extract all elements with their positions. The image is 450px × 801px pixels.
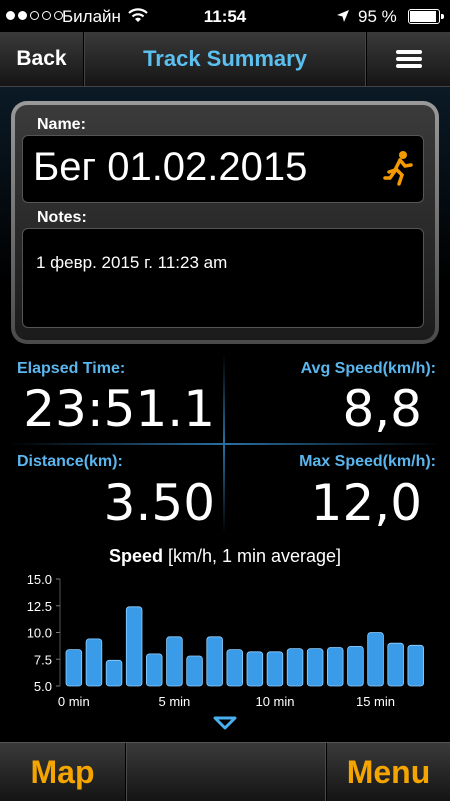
notes-label: Notes: xyxy=(37,209,87,226)
hamburger-icon xyxy=(395,47,422,71)
chart-bar xyxy=(407,644,424,687)
avg-speed-value: 8,8 xyxy=(342,380,422,438)
location-arrow-icon xyxy=(337,10,349,22)
hamburger-menu-button[interactable] xyxy=(366,32,450,86)
max-speed-label: Max Speed(km/h): xyxy=(299,453,436,470)
x-tick-label: 5 min xyxy=(159,694,191,709)
chart-bar xyxy=(226,649,243,687)
y-tick-label: 15.0 xyxy=(27,572,52,587)
page-title: Track Summary xyxy=(143,46,307,71)
name-value: Бег 01.02.2015 xyxy=(33,145,308,189)
status-bar: Билайн 11:54 95 % xyxy=(0,0,450,32)
name-label: Name: xyxy=(37,116,86,133)
chart-bar xyxy=(246,651,264,687)
elapsed-time-value: 23:51.1 xyxy=(23,380,215,438)
chart-bar xyxy=(347,646,364,687)
map-button[interactable]: Map xyxy=(0,743,126,801)
running-activity-icon[interactable] xyxy=(383,150,413,186)
y-tick-label: 10.0 xyxy=(27,626,52,641)
chart-bar xyxy=(65,649,83,687)
chart-bar xyxy=(206,636,223,687)
scroll-down-arrow-icon[interactable] xyxy=(213,716,237,730)
navigation-bar: Back Track Summary xyxy=(0,32,450,87)
distance-label: Distance(km): xyxy=(17,453,123,470)
y-tick-label: 7.5 xyxy=(34,652,52,667)
x-tick-label: 15 min xyxy=(356,694,395,709)
max-speed-value: 12,0 xyxy=(310,474,422,532)
menu-button[interactable]: Menu xyxy=(326,743,450,801)
notes-field[interactable]: 1 февр. 2015 г. 11:23 am xyxy=(22,228,424,328)
avg-speed-label: Avg Speed(km/h): xyxy=(300,360,436,377)
y-tick-label: 12.5 xyxy=(27,599,52,614)
chart-bar xyxy=(286,648,304,687)
chart-bar xyxy=(145,653,163,687)
chart-bar xyxy=(306,648,324,687)
y-tick-label: 5.0 xyxy=(34,679,52,694)
chart-title-rest: [km/h, 1 min average] xyxy=(162,546,342,566)
distance-value: 3.50 xyxy=(103,474,215,532)
chart-bar xyxy=(326,647,344,687)
chart-bar xyxy=(166,636,183,687)
chart-title-bold: Speed xyxy=(108,546,163,566)
x-tick-label: 10 min xyxy=(255,694,294,709)
speed-chart: 5.0 7.5 10.0 12.5 15.0 0 min 5 min 10 min 15 min xyxy=(27,572,424,709)
chart-title: Speed [km/h, 1 min average] xyxy=(0,546,450,567)
back-button[interactable]: Back xyxy=(0,32,84,86)
battery-percent: 95 % xyxy=(358,7,397,26)
chart-bar xyxy=(367,632,384,687)
chart-bar xyxy=(186,655,203,687)
battery-icon xyxy=(408,9,444,24)
chart-bar xyxy=(125,606,143,687)
bottom-toolbar: Map Menu xyxy=(0,742,450,801)
notes-value: 1 февр. 2015 г. 11:23 am xyxy=(36,253,228,272)
chart-bar xyxy=(266,651,284,687)
name-field[interactable]: Бег 01.02.2015 xyxy=(22,135,424,203)
chart-bar xyxy=(387,642,404,687)
chart-bar xyxy=(105,659,123,687)
x-tick-label: 0 min xyxy=(58,694,90,709)
stats-horizontal-divider xyxy=(10,443,440,445)
elapsed-time-label: Elapsed Time: xyxy=(17,360,126,377)
chart-bar xyxy=(85,638,103,687)
